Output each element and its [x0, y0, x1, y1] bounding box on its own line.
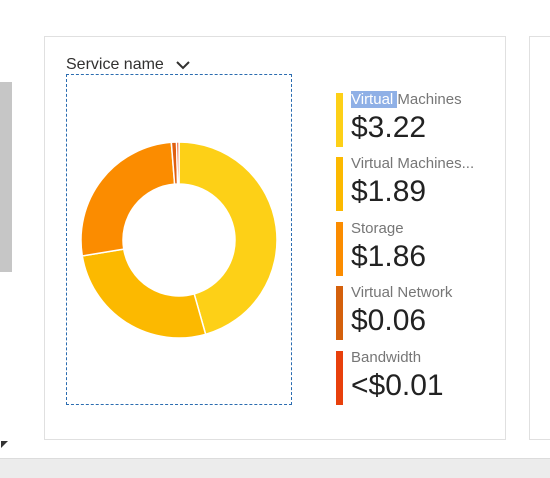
legend-name: Virtual Machines: [351, 91, 506, 108]
legend-color-swatch: [336, 157, 343, 211]
legend-value: $0.06: [351, 304, 427, 337]
donut-chart-area[interactable]: [66, 74, 292, 405]
legend-name-rest: Machines: [397, 91, 462, 108]
legend-name: Bandwidth: [351, 349, 506, 366]
page: Service name Virtual Machines $3.22 Virt…: [0, 0, 550, 478]
legend-name-rest: Virtual Network: [351, 284, 453, 301]
donut-chart: [80, 141, 278, 339]
legend-value: $1.86: [351, 240, 427, 273]
legend-item-storage[interactable]: Storage $1.86: [336, 220, 506, 278]
legend-item-virtual-network[interactable]: Virtual Network $0.06: [336, 284, 506, 342]
donut-slice-virtual-machines[interactable]: [81, 248, 207, 339]
legend-item-virtual-machines-2[interactable]: Virtual Machines... $1.89: [336, 155, 506, 213]
legend-value: $3.22: [351, 111, 427, 144]
legend-color-swatch: [336, 351, 343, 405]
donut-slice-bandwidth[interactable]: [175, 141, 180, 185]
service-name-dropdown[interactable]: Service name: [66, 54, 190, 76]
service-name-dropdown-label: Service name: [66, 56, 164, 73]
legend-item-bandwidth[interactable]: Bandwidth <$0.01: [336, 349, 506, 407]
chevron-down-icon: [176, 61, 190, 70]
legend-color-swatch: [336, 222, 343, 276]
left-scrollbar[interactable]: [0, 82, 12, 272]
resize-caret-icon: [1, 441, 8, 448]
bottom-scrollbar[interactable]: [0, 458, 550, 478]
legend-name-rest: Bandwidth: [351, 349, 422, 366]
legend-name: Storage: [351, 220, 506, 237]
adjacent-card: [529, 36, 550, 440]
donut-slice-storage[interactable]: [80, 141, 176, 257]
legend-name-rest: Virtual Machines...: [351, 155, 475, 172]
legend-item-virtual-machines[interactable]: Virtual Machines $3.22: [336, 91, 506, 149]
legend-color-swatch: [336, 93, 343, 147]
legend-name: Virtual Machines...: [351, 155, 506, 172]
legend-value: $1.89: [351, 175, 427, 208]
legend-color-swatch: [336, 286, 343, 340]
legend-name: Virtual Network: [351, 284, 506, 301]
legend-name-highlight: Virtual: [351, 91, 398, 108]
legend-value: <$0.01: [351, 369, 444, 402]
legend-name-rest: Storage: [351, 220, 404, 237]
